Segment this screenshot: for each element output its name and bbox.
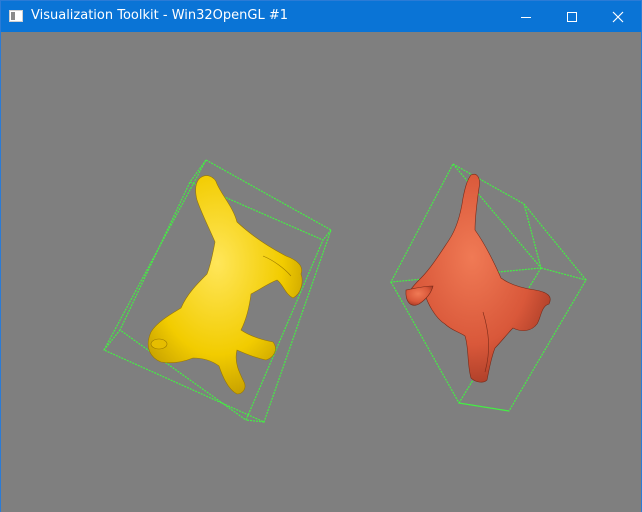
yellow-cat[interactable] (147, 175, 303, 395)
maximize-icon (567, 11, 577, 22)
render-scene (103, 159, 587, 423)
close-icon (612, 11, 624, 22)
close-button[interactable] (595, 1, 641, 32)
vtk-window: Visualization Toolkit - Win32OpenGL #1 (0, 0, 642, 512)
render-viewport[interactable] (1, 32, 641, 512)
minimize-button[interactable] (503, 1, 549, 32)
title-bar[interactable]: Visualization Toolkit - Win32OpenGL #1 (1, 1, 641, 32)
red-cat[interactable] (405, 173, 551, 383)
maximize-button[interactable] (549, 1, 595, 32)
minimize-icon (521, 16, 531, 18)
window-title: Visualization Toolkit - Win32OpenGL #1 (31, 8, 288, 23)
app-icon (9, 10, 23, 22)
